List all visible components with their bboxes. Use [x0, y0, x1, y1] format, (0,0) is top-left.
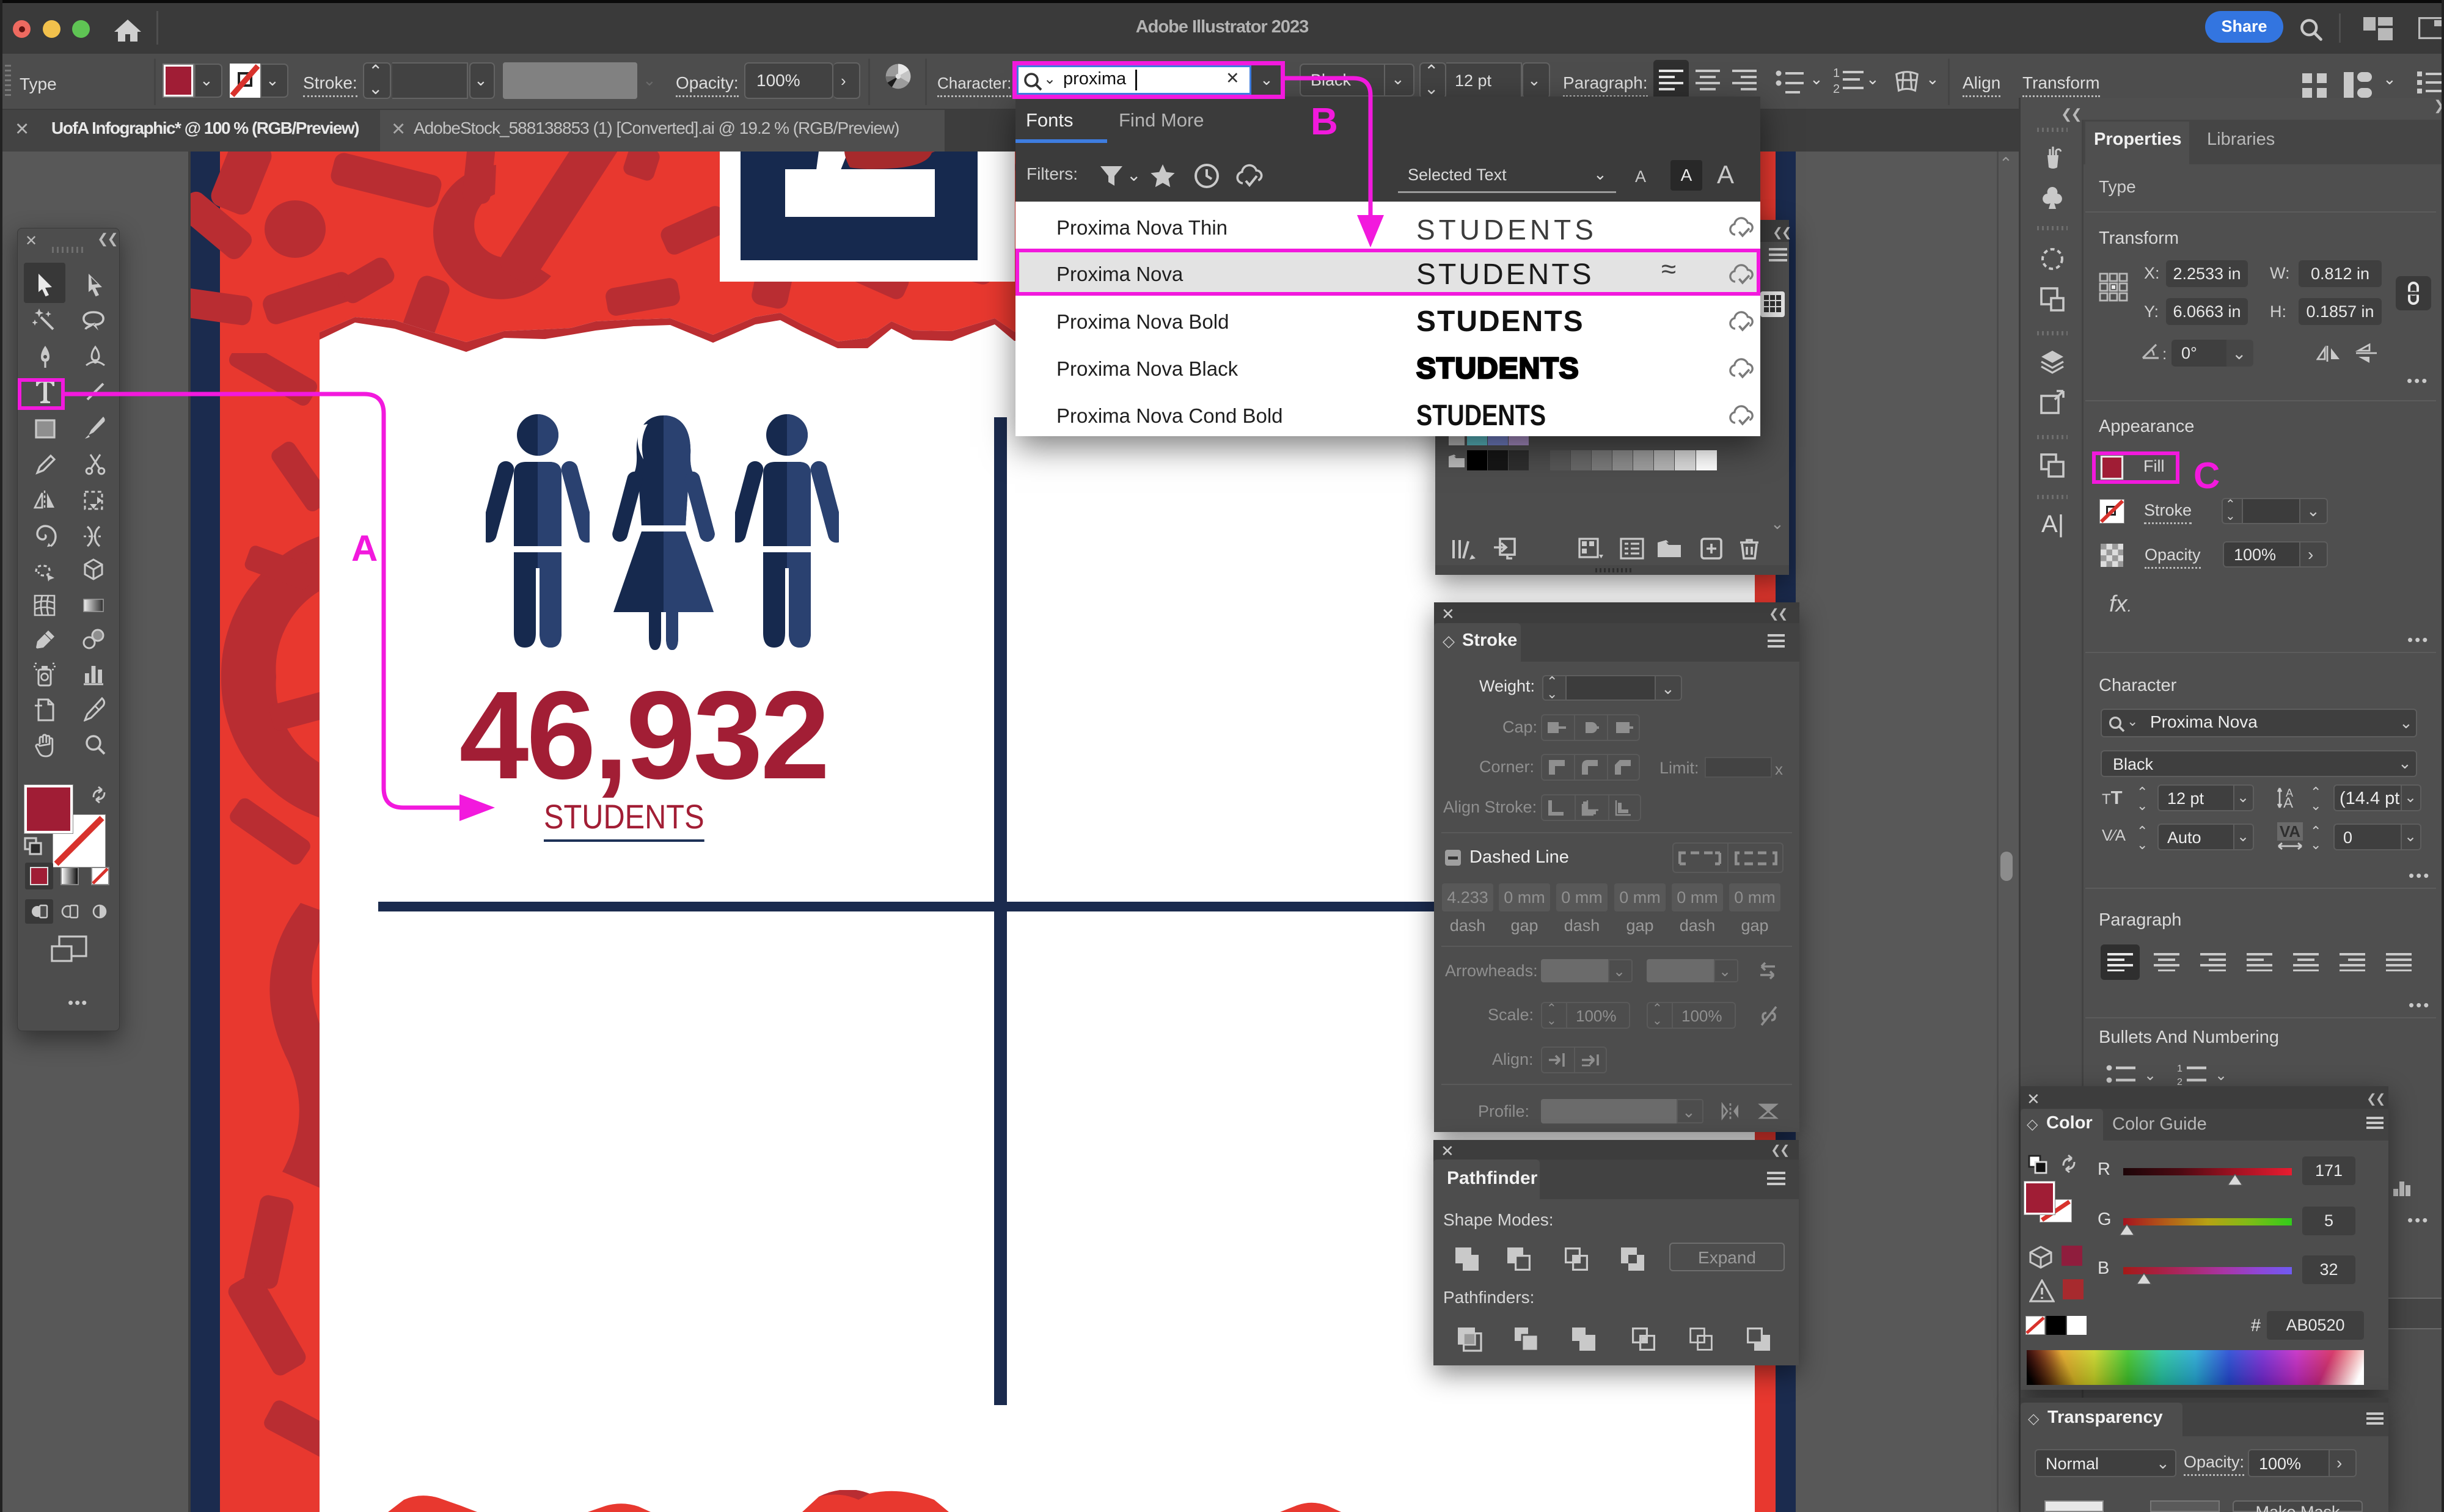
svg-text:2: 2 [1833, 82, 1840, 95]
svg-text:1: 1 [1833, 67, 1840, 80]
svg-text:1: 1 [2177, 1064, 2182, 1074]
svg-text:A: A [2283, 795, 2293, 810]
svg-text:2: 2 [2177, 1077, 2182, 1086]
